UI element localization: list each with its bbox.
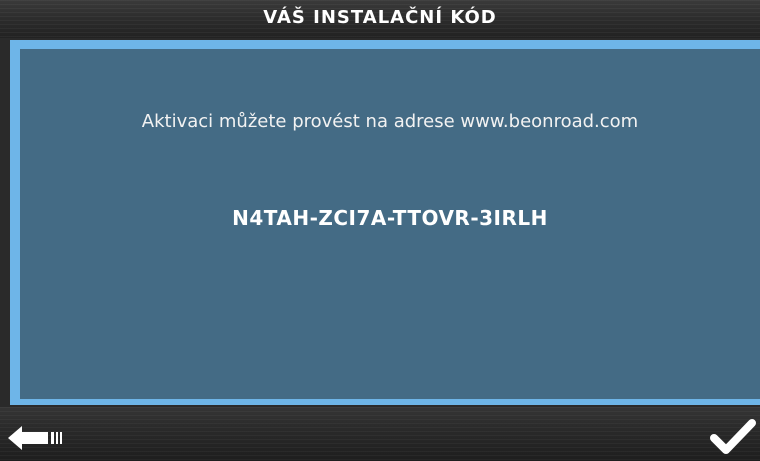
content-frame: Aktivaci můžete provést na adrese www.be… — [10, 40, 760, 405]
back-arrow-icon — [8, 426, 62, 450]
title-bar: VÁŠ INSTALAČNÍ KÓD — [0, 0, 760, 38]
activation-screen: VÁŠ INSTALAČNÍ KÓD Aktivaci můžete prové… — [0, 0, 760, 461]
page-title: VÁŠ INSTALAČNÍ KÓD — [263, 7, 497, 28]
activation-info-text: Aktivaci můžete provést na adrese www.be… — [141, 111, 639, 132]
back-button[interactable] — [0, 407, 90, 461]
confirm-button[interactable] — [690, 407, 760, 461]
content-panel: Aktivaci můžete provést na adrese www.be… — [20, 49, 760, 399]
checkmark-icon — [710, 419, 756, 454]
bottom-bar — [0, 407, 760, 461]
installation-code: N4TAH-ZCI7A-TTOVR-3IRLH — [232, 206, 548, 230]
bottom-bar-texture — [0, 407, 760, 461]
